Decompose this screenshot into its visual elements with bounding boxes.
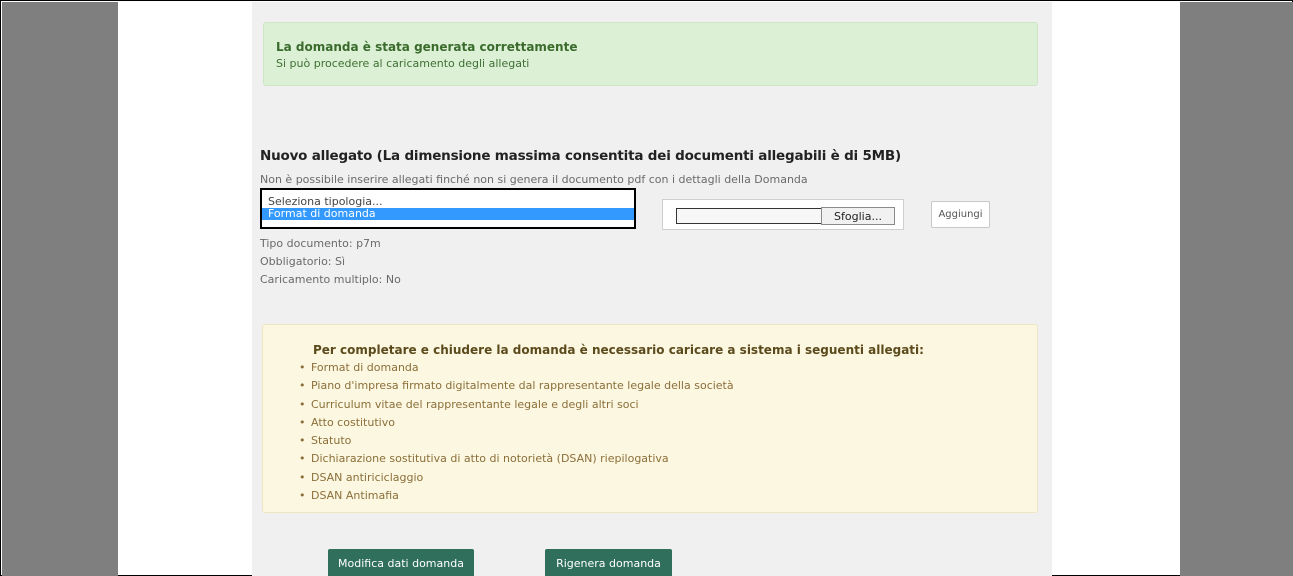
list-item: • Curriculum vitae del rappresentante leg… [299,397,639,411]
multiple-upload-info: Caricamento multiplo: No [260,273,401,286]
add-attachment-button[interactable]: Aggiungi [931,201,990,228]
modify-application-button[interactable]: Modifica dati domanda [328,549,474,576]
list-item: • Atto costitutivo [299,415,395,429]
list-item: • Dichiarazione sostitutiva di atto di no… [299,452,669,466]
left-gutter [2,2,118,576]
right-gutter [1180,2,1293,576]
required-attachments-list: • Format di domanda • Piano d'impresa firm… [299,359,734,505]
select-option-format-di-domanda[interactable]: Format di domanda [262,208,634,220]
list-item: • Format di domanda [299,361,419,374]
list-item: • Statuto [299,434,352,448]
file-upload-control: Sfoglia... [662,199,904,230]
main-content: La domanda è stata generata correttament… [252,2,1052,576]
list-item: • DSAN Antimafia [299,489,399,503]
list-item: • Piano d'impresa firmato digitalmente da… [299,379,734,393]
page-frame: La domanda è stata generata correttament… [0,0,1293,576]
success-alert-title: La domanda è stata generata correttament… [276,40,578,54]
regenerate-application-button[interactable]: Rigenera domanda [545,549,672,576]
file-path-input[interactable] [676,208,822,224]
new-attachment-title: Nuovo allegato (La dimensione massima co… [260,148,901,164]
mandatory-info: Obbligatorio: Sì [260,255,346,268]
attachment-note: Non è possibile inserire allegati finché… [260,173,808,186]
browse-button[interactable]: Sfoglia... [821,207,895,225]
success-alert-message: Si può procedere al caricamento degli al… [276,57,530,70]
required-attachments-title: Per completare e chiudere la domanda è n… [313,343,924,357]
success-alert: La domanda è stata generata correttament… [263,22,1038,86]
document-type-info: Tipo documento: p7m [260,237,381,250]
list-item: • DSAN antiriciclaggio [299,470,424,484]
document-type-select[interactable]: Seleziona tipologia... Format di domanda [260,188,636,229]
required-attachments-alert: Per completare e chiudere la domanda è n… [262,324,1038,513]
